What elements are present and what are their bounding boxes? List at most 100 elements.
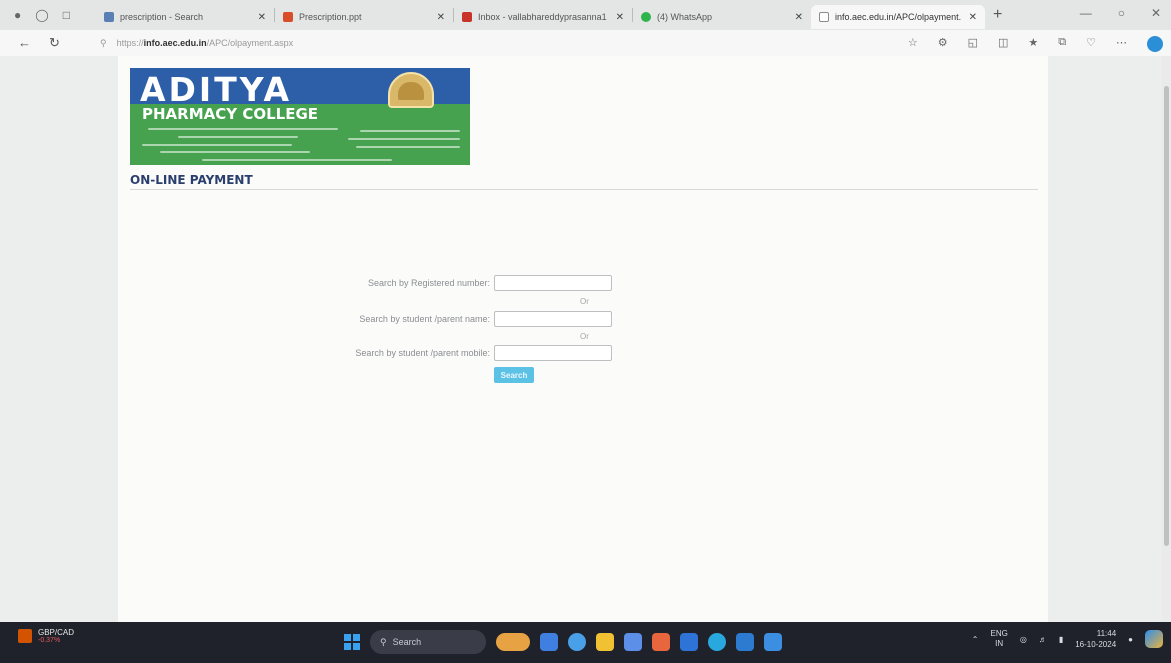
tray-overflow-icon[interactable]: ⌃	[972, 635, 979, 644]
mobile-input[interactable]	[494, 345, 612, 361]
tab-whatsapp[interactable]: (4) WhatsApp ✕	[633, 5, 811, 29]
lang-top: ENG	[990, 629, 1008, 638]
tab-online-payment[interactable]: info.aec.edu.in/APC/olpayment. ✕	[811, 5, 985, 29]
wifi-icon[interactable]: ◎	[1020, 635, 1027, 644]
powerpoint-favicon-icon	[283, 12, 293, 22]
windows-taskbar: GBP/CAD -0.37% ⚲ Search ⌃ ENG IN ◎ ♬ ▮ 1…	[0, 622, 1171, 663]
tab-actions-icon[interactable]: □	[63, 8, 70, 22]
stock-flag-icon	[18, 629, 32, 643]
close-window-icon[interactable]: ✕	[1151, 6, 1161, 20]
widgets-icon[interactable]	[568, 633, 586, 651]
banner-subtitle: PHARMACY COLLEGE	[142, 105, 319, 123]
copilot-icon[interactable]	[1147, 36, 1163, 52]
close-tab-icon[interactable]: ✕	[437, 12, 445, 23]
split-screen-icon[interactable]: ◫	[998, 36, 1008, 52]
favorite-star-icon[interactable]: ☆	[908, 36, 918, 52]
search-highlight-icon[interactable]	[496, 633, 530, 651]
banner-fine-print	[360, 130, 460, 132]
clock-time: 11:44	[1096, 629, 1117, 638]
gmail-favicon-icon	[462, 12, 472, 22]
task-view-icon[interactable]	[540, 633, 558, 651]
close-tab-icon[interactable]: ✕	[795, 12, 803, 23]
url-prefix: https://	[116, 38, 144, 48]
collections-icon[interactable]: ⧉	[1058, 36, 1066, 52]
copilot-taskbar-icon[interactable]	[1145, 630, 1163, 648]
tab-gmail-inbox[interactable]: Inbox - vallabhareddyprasanna1 ✕	[454, 5, 632, 29]
app-icon[interactable]	[764, 633, 782, 651]
banner-title: ADITYA	[140, 70, 292, 109]
tab-search[interactable]: prescription - Search ✕	[96, 5, 274, 29]
browser-toolbar: ☆ ⚙ ◱ ◫ ★ ⧉ ♡ ⋯	[908, 36, 1163, 52]
clock-date: 16-10-2024	[1075, 640, 1117, 649]
reg-number-input[interactable]	[494, 275, 612, 291]
taskbar-search[interactable]: ⚲ Search	[370, 630, 486, 654]
browser-tab-strip: ● ◯ □ prescription - Search ✕ Prescripti…	[0, 0, 1171, 30]
navigation-buttons: ← ↻	[0, 35, 100, 51]
photos-icon[interactable]	[680, 633, 698, 651]
close-tab-icon[interactable]: ✕	[969, 12, 977, 23]
close-tab-icon[interactable]: ✕	[258, 12, 266, 23]
mail-icon[interactable]	[624, 633, 642, 651]
mobile-row: Search by student /parent mobile:	[312, 345, 612, 361]
banner-fine-print	[356, 146, 460, 148]
stock-widget[interactable]: GBP/CAD -0.37%	[18, 628, 74, 644]
banner-fine-print	[142, 144, 292, 146]
profile-icon[interactable]: ●	[14, 8, 21, 22]
more-menu-icon[interactable]: ⋯	[1116, 36, 1127, 52]
reading-icon[interactable]: ◱	[968, 36, 978, 52]
edge-browser-icon[interactable]	[708, 633, 726, 651]
minimize-icon[interactable]: —	[1080, 6, 1092, 20]
stock-change: -0.37%	[38, 637, 61, 644]
taskbar-apps: ⚲ Search	[344, 630, 782, 654]
tab-title: info.aec.edu.in/APC/olpayment.	[835, 12, 962, 22]
restore-icon[interactable]: ○	[1118, 6, 1125, 20]
student-name-input[interactable]	[494, 311, 612, 327]
scrollbar-thumb[interactable]	[1164, 86, 1169, 546]
store-icon[interactable]	[736, 633, 754, 651]
address-bar: ← ↻ ⚲ https:// info.aec.edu.in /APC/olpa…	[0, 30, 1171, 56]
search-button[interactable]: Search	[494, 367, 534, 383]
mobile-label: Search by student /parent mobile:	[355, 348, 490, 358]
language-indicator[interactable]: ENG IN	[991, 629, 1008, 649]
page-favicon-icon	[819, 12, 829, 22]
volume-icon[interactable]: ♬	[1039, 635, 1047, 644]
browser-viewport: ADITYA PHARMACY COLLEGE ON-LINE PAYMENT …	[0, 56, 1171, 622]
tab-title: Inbox - vallabhareddyprasanna1	[478, 12, 607, 22]
windows-start-icon[interactable]	[344, 634, 360, 650]
url-path: /APC/olpayment.aspx	[206, 38, 294, 48]
or-separator-2: Or	[580, 332, 589, 341]
stock-text: GBP/CAD -0.37%	[38, 628, 74, 644]
close-tab-icon[interactable]: ✕	[616, 12, 624, 23]
url-host: info.aec.edu.in	[143, 38, 207, 48]
favorites-icon[interactable]: ★	[1028, 36, 1038, 52]
tab-prescription-ppt[interactable]: Prescription.ppt ✕	[275, 5, 453, 29]
vertical-scrollbar[interactable]	[1162, 56, 1171, 622]
tab-title: prescription - Search	[120, 12, 204, 22]
college-banner: ADITYA PHARMACY COLLEGE	[130, 68, 470, 165]
banner-fine-print	[148, 128, 338, 130]
url-field[interactable]: ⚲ https:// info.aec.edu.in /APC/olpaymen…	[100, 38, 293, 49]
site-info-icon[interactable]: ⚲	[100, 38, 107, 49]
new-tab-icon[interactable]: +	[993, 6, 1002, 24]
banner-fine-print	[348, 138, 460, 140]
refresh-icon[interactable]: ↻	[49, 35, 60, 51]
banner-fine-print	[202, 159, 392, 161]
tab-title: (4) WhatsApp	[657, 12, 713, 22]
tab-strip-lead: ● ◯ □	[0, 8, 96, 22]
file-explorer-icon[interactable]	[596, 633, 614, 651]
name-row: Search by student /parent name:	[312, 311, 612, 327]
extension-icon[interactable]: ⚙	[938, 36, 948, 52]
banner-fine-print	[178, 136, 298, 138]
notification-bell-icon[interactable]: ●	[1128, 635, 1133, 644]
system-tray: ⌃ ENG IN ◎ ♬ ▮ 11:44 16-10-2024 ●	[972, 628, 1163, 650]
clock[interactable]: 11:44 16-10-2024	[1075, 628, 1116, 650]
office-icon[interactable]	[652, 633, 670, 651]
whatsapp-favicon-icon	[641, 12, 651, 22]
performance-icon[interactable]: ♡	[1086, 36, 1096, 52]
back-icon[interactable]: ←	[18, 35, 31, 51]
window-controls: — ○ ✕	[1080, 6, 1161, 20]
battery-icon[interactable]: ▮	[1059, 635, 1063, 644]
stock-symbol: GBP/CAD	[38, 628, 75, 637]
student-name-label: Search by student /parent name:	[359, 314, 490, 324]
workspaces-icon[interactable]: ◯	[35, 8, 48, 22]
